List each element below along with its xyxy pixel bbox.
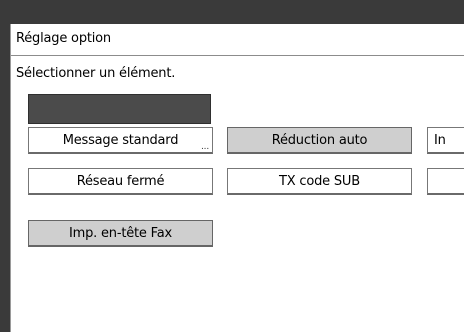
option-label: TX code SUB xyxy=(279,173,360,189)
option-fax-header-print-button[interactable]: Imp. en-tête Fax xyxy=(28,220,213,247)
option-label: Réseau fermé xyxy=(76,173,165,189)
option-closed-network-button[interactable]: Réseau fermé xyxy=(28,168,213,195)
instruction-text: Sélectionner un élément. xyxy=(16,66,176,81)
option-settings-screen: Réglage option Sélectionner un élément. … xyxy=(0,0,464,332)
top-status-bar xyxy=(0,0,464,24)
page-title: Réglage option xyxy=(16,31,111,46)
option-label: In xyxy=(434,132,446,148)
option-label: Message standard xyxy=(62,132,179,148)
option-truncated-button-2[interactable] xyxy=(427,168,464,195)
option-standard-message-button[interactable]: Message standard ... xyxy=(28,127,213,154)
option-truncated-button[interactable]: In xyxy=(427,127,464,154)
page-tab xyxy=(28,94,211,124)
option-label: Réduction auto xyxy=(271,132,368,148)
more-indicator-icon: ... xyxy=(201,142,209,152)
option-sub-code-tx-button[interactable]: TX code SUB xyxy=(227,168,412,195)
option-label: Imp. en-tête Fax xyxy=(68,225,172,241)
option-settings-panel: Réglage option Sélectionner un élément. … xyxy=(10,24,464,332)
option-auto-reduction-button[interactable]: Réduction auto xyxy=(227,127,412,154)
title-bar: Réglage option xyxy=(11,24,464,56)
